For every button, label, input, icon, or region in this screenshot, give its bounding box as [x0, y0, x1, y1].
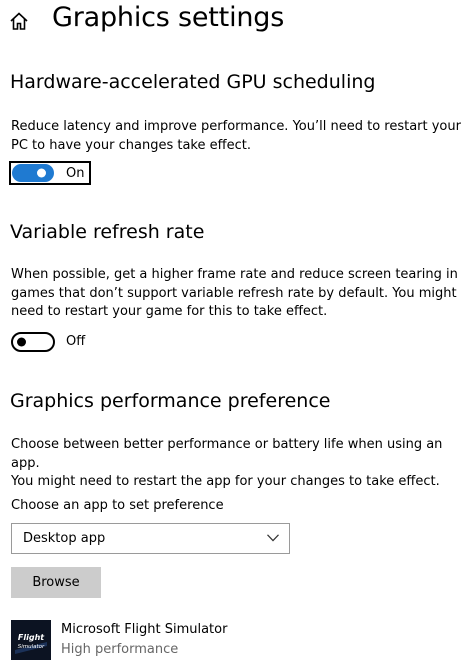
browse-button[interactable]: Browse: [11, 567, 101, 598]
section-title-variable-refresh: Variable refresh rate: [10, 221, 205, 243]
variable-refresh-description: When possible, get a higher frame rate a…: [11, 267, 458, 319]
gpu-scheduling-toggle-state: On: [66, 166, 85, 181]
toggle-knob: [17, 337, 26, 347]
svg-text:Flight: Flight: [18, 633, 45, 642]
dropdown-selected-value: Desktop app: [23, 531, 106, 546]
svg-text:Simulator: Simulator: [18, 644, 45, 650]
section-title-gpu-scheduling: Hardware-accelerated GPU scheduling: [10, 71, 376, 93]
chevron-down-icon: [267, 534, 279, 542]
toggle-knob: [37, 168, 46, 178]
home-icon[interactable]: [8, 10, 30, 32]
flight-simulator-logo: Flight Simulator: [11, 620, 51, 660]
section-title-performance-preference: Graphics performance preference: [10, 390, 331, 412]
page-title: Graphics settings: [52, 2, 285, 33]
choose-app-label: Choose an app to set preference: [11, 498, 224, 513]
app-type-dropdown[interactable]: Desktop app: [11, 523, 290, 554]
variable-refresh-toggle-state: Off: [66, 334, 86, 349]
variable-refresh-toggle[interactable]: [11, 332, 55, 352]
app-logo: Flight Simulator: [11, 620, 51, 660]
app-preference: High performance: [61, 642, 179, 657]
performance-preference-description: Choose between better performance or bat…: [11, 437, 443, 489]
app-name[interactable]: Microsoft Flight Simulator: [61, 622, 227, 637]
gpu-scheduling-toggle[interactable]: [12, 164, 54, 182]
gpu-scheduling-description: Reduce latency and improve performance. …: [11, 119, 461, 153]
